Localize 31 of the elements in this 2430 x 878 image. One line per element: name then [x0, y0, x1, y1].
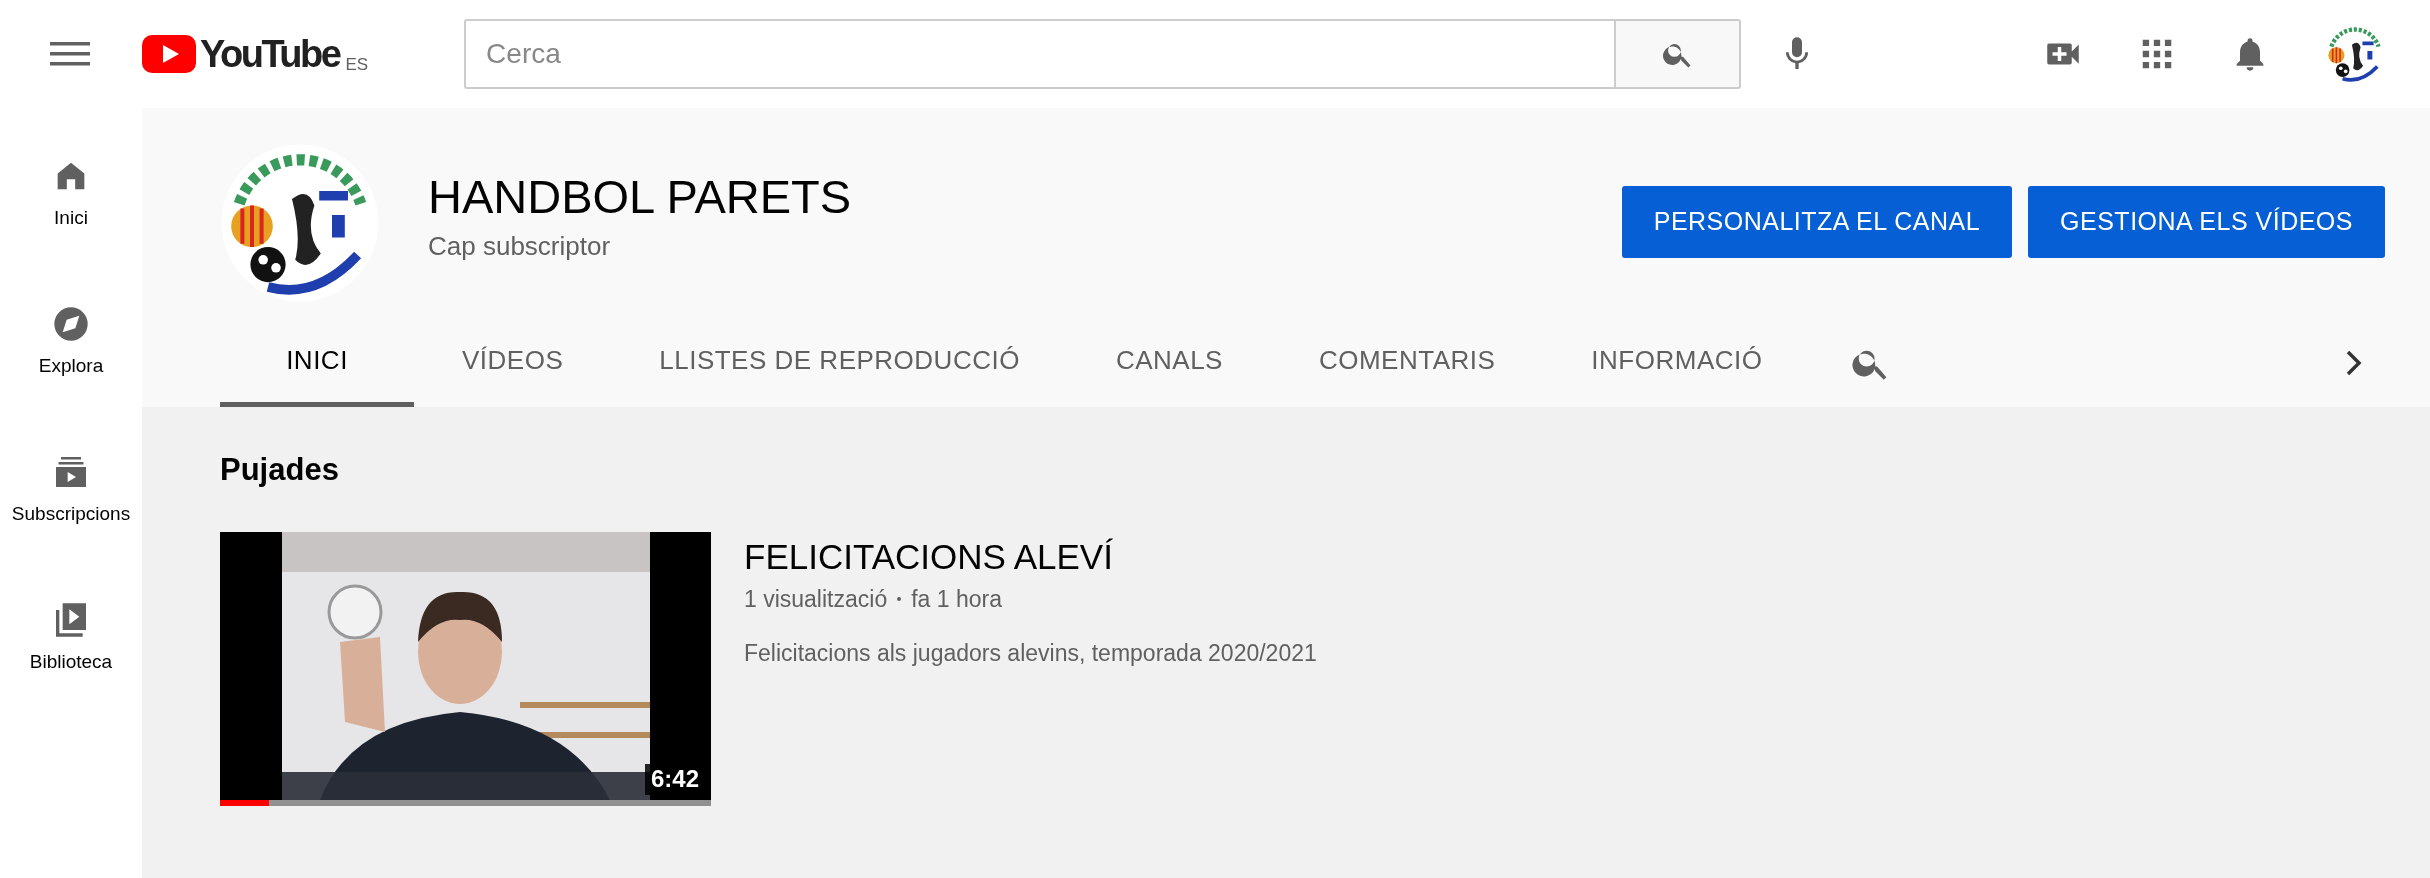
subscriber-count: Cap subscriptor: [428, 229, 612, 263]
sidebar-item[interactable]: Biblioteca: [0, 552, 142, 700]
channel-tab[interactable]: CANALS: [1067, 319, 1271, 407]
separator-dot-icon: [897, 596, 902, 601]
sidebar-item[interactable]: Explora: [0, 256, 142, 404]
video-thumbnail[interactable]: 6:42: [220, 531, 711, 806]
sidebar-label: Biblioteca: [29, 650, 113, 674]
play-logo-icon[interactable]: [142, 35, 196, 73]
sidebar-item[interactable]: Subscripcions: [0, 404, 142, 552]
search-field[interactable]: Cerca: [464, 19, 1615, 89]
channel-tab[interactable]: INFORMACIÓ: [1543, 319, 1811, 407]
section-title: Pujades: [220, 451, 340, 489]
channel-tab[interactable]: LLISTES DE REPRODUCCIÓ: [611, 319, 1068, 407]
channel-action-button[interactable]: GESTIONA ELS VÍDEOS: [2028, 186, 2385, 258]
compass-icon: [51, 304, 91, 344]
region-code: ES: [345, 54, 369, 77]
sidebar-label: Inici: [54, 206, 88, 230]
upload-age: fa 1 hora: [911, 584, 1002, 614]
logo-wordmark[interactable]: YouTube: [200, 35, 340, 73]
video-title[interactable]: FELICITACIONS ALEVÍ: [744, 535, 1317, 578]
view-count: 1 visualització: [744, 584, 888, 614]
menu-icon[interactable]: [50, 39, 90, 69]
channel-tab[interactable]: VÍDEOS: [414, 319, 612, 407]
sidebar-label: Explora: [38, 354, 104, 378]
search-button[interactable]: [1614, 19, 1742, 89]
sidebar-label: Subscripcions: [11, 502, 131, 526]
video-description: Felicitacions als jugadors alevins, temporada 2020/2021: [744, 639, 1317, 668]
channel-name: HANDBOL PARETS: [428, 171, 852, 223]
channel-action-button[interactable]: PERSONALITZA EL CANAL: [1621, 186, 2013, 258]
channel-tab[interactable]: COMENTARIS: [1270, 319, 1544, 407]
sidebar-item[interactable]: Inici: [0, 108, 142, 256]
